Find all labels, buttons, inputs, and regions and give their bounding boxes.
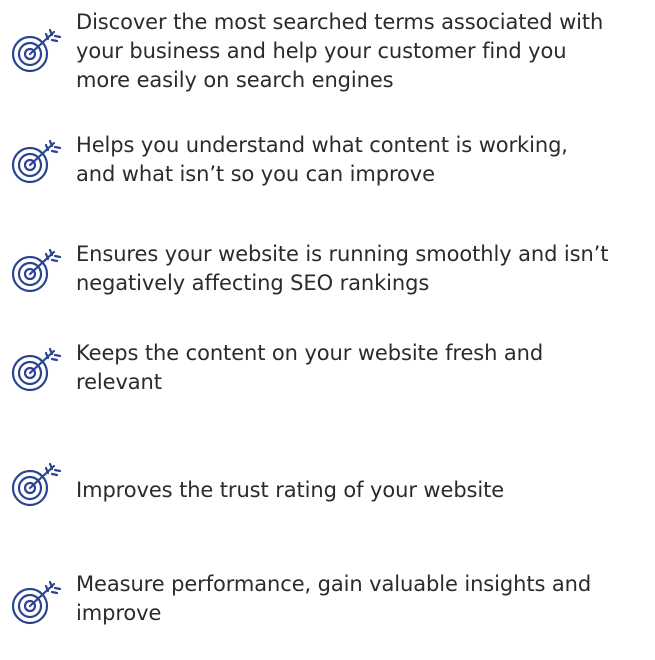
benefit-text: Keeps the content on your website fresh … (76, 341, 544, 394)
benefit-text: Measure performance, gain valuable insig… (76, 572, 592, 625)
benefit-text: Discover the most searched terms associa… (76, 10, 604, 92)
benefit-text: Ensures your website is running smoothly… (76, 242, 609, 295)
list-item: Improves the trust rating of your websit… (0, 462, 655, 566)
target-arrow-icon (8, 345, 62, 395)
list-item: Ensures your website is running smoothly… (0, 240, 655, 330)
benefit-text: Improves the trust rating of your websit… (76, 478, 505, 502)
list-item: Helps you understand what content is wor… (0, 131, 655, 221)
list-item: Keeps the content on your website fresh … (0, 339, 655, 429)
target-arrow-icon (8, 460, 62, 510)
list-item: Discover the most searched terms associa… (0, 8, 655, 98)
target-arrow-icon (8, 578, 62, 628)
benefit-list: Discover the most searched terms associa… (0, 0, 655, 626)
target-arrow-icon (8, 246, 62, 296)
benefit-text: Helps you understand what content is wor… (76, 133, 568, 186)
target-arrow-icon (8, 137, 62, 187)
list-item: Measure performance, gain valuable insig… (0, 570, 655, 660)
target-arrow-icon (8, 26, 62, 76)
